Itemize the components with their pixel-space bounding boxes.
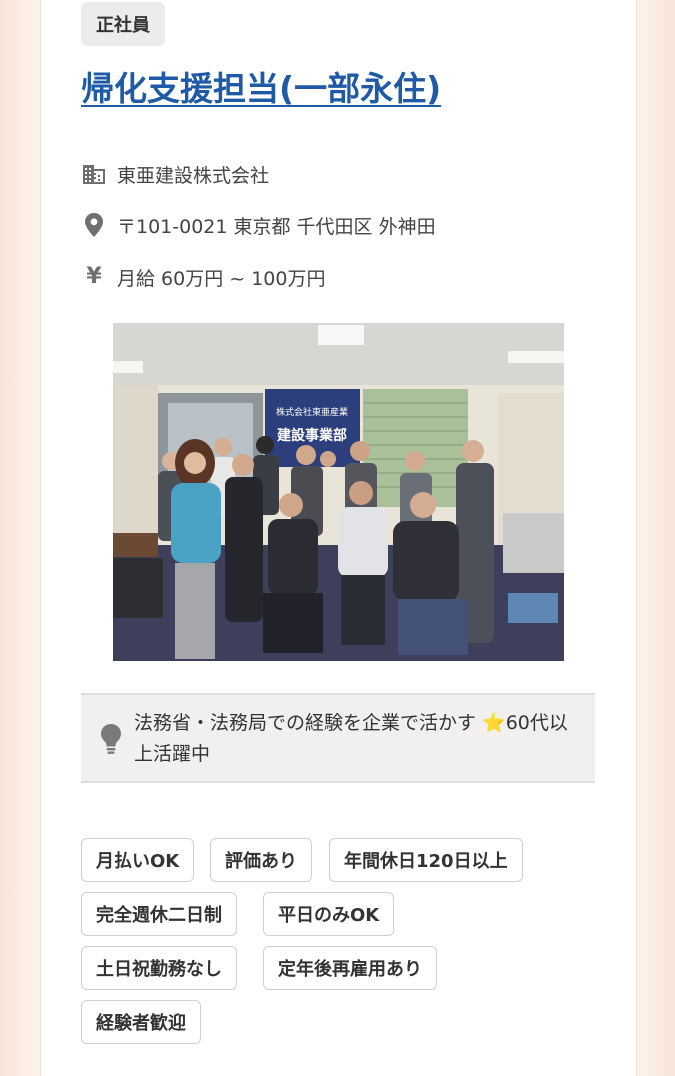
map-pin-icon: [81, 212, 107, 238]
tag-item[interactable]: 平日のみOK: [263, 892, 395, 936]
banner-text-line1: 株式会社東亜産業: [276, 406, 348, 418]
tag-item[interactable]: 完全週休二日制: [81, 892, 237, 936]
salary-text: 月給 60万円 ~ 100万円: [117, 267, 326, 290]
address-row: 〒101-0021 東京都 千代田区 外神田: [81, 211, 436, 239]
employment-type-badge: 正社員: [81, 2, 165, 46]
tag-item[interactable]: 月払いOK: [81, 838, 195, 882]
tag-item[interactable]: 年間休日120日以上: [329, 838, 523, 882]
tag-item[interactable]: 経験者歓迎: [81, 1000, 201, 1044]
company-name: 東亜建設株式会社: [117, 164, 270, 187]
job-title-link[interactable]: 帰化支援担当(一部永住): [81, 62, 441, 110]
tag-item[interactable]: 土日祝勤務なし: [81, 946, 237, 990]
tag-item[interactable]: 評価あり: [210, 838, 312, 882]
job-card: 正社員 帰化支援担当(一部永住) 東亜建設株式会社 〒101-0021 東京都 …: [40, 0, 637, 1076]
group-photo: 株式会社東亜産業 建設事業部: [113, 323, 564, 661]
tag-item[interactable]: 定年後再雇用あり: [263, 946, 437, 990]
building-icon: [81, 161, 107, 187]
highlight-text: 法務省・法務局での経験を企業で活かす ⭐60代以上活躍中: [134, 712, 568, 765]
banner-text-line2: 建設事業部: [277, 427, 347, 444]
address-text: 〒101-0021 東京都 千代田区 外神田: [117, 215, 436, 238]
salary-row: ¥ 月給 60万円 ~ 100万円: [81, 263, 325, 291]
company-row: 東亜建設株式会社: [81, 160, 269, 188]
highlight-box: 法務省・法務局での経験を企業で活かす ⭐60代以上活躍中: [81, 693, 595, 783]
lightbulb-icon: [98, 723, 124, 755]
yen-icon: ¥: [86, 264, 102, 289]
